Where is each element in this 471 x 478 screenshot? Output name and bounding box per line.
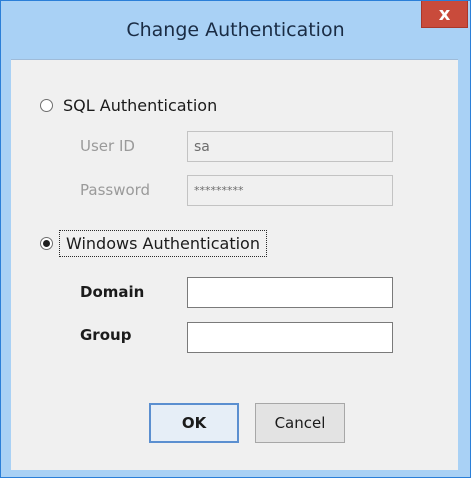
windows-authentication-radio[interactable]	[40, 237, 53, 250]
change-authentication-dialog: Change Authentication x SQL Authenticati…	[0, 0, 471, 478]
sql-authentication-label: SQL Authentication	[63, 96, 218, 115]
sql-authentication-radio[interactable]	[40, 99, 53, 112]
dialog-title: Change Authentication	[126, 19, 345, 41]
windows-authentication-option[interactable]: Windows Authentication	[40, 230, 267, 257]
domain-label: Domain	[80, 283, 145, 301]
user-id-label: User ID	[80, 137, 135, 155]
sql-authentication-option[interactable]: SQL Authentication	[40, 96, 217, 115]
close-button[interactable]: x	[421, 1, 468, 28]
group-field[interactable]	[187, 322, 393, 353]
domain-field[interactable]	[187, 277, 393, 308]
password-label: Password	[80, 181, 151, 199]
user-id-field[interactable]	[187, 131, 393, 162]
windows-authentication-label: Windows Authentication	[59, 230, 267, 257]
cancel-button[interactable]: Cancel	[255, 403, 345, 443]
close-icon: x	[438, 3, 451, 25]
group-label: Group	[80, 326, 132, 344]
ok-button[interactable]: OK	[149, 403, 239, 443]
title-bar[interactable]: Change Authentication x	[1, 1, 470, 65]
dialog-client-area: SQL Authentication User ID Password Wind…	[11, 59, 458, 470]
password-field[interactable]	[187, 175, 393, 206]
